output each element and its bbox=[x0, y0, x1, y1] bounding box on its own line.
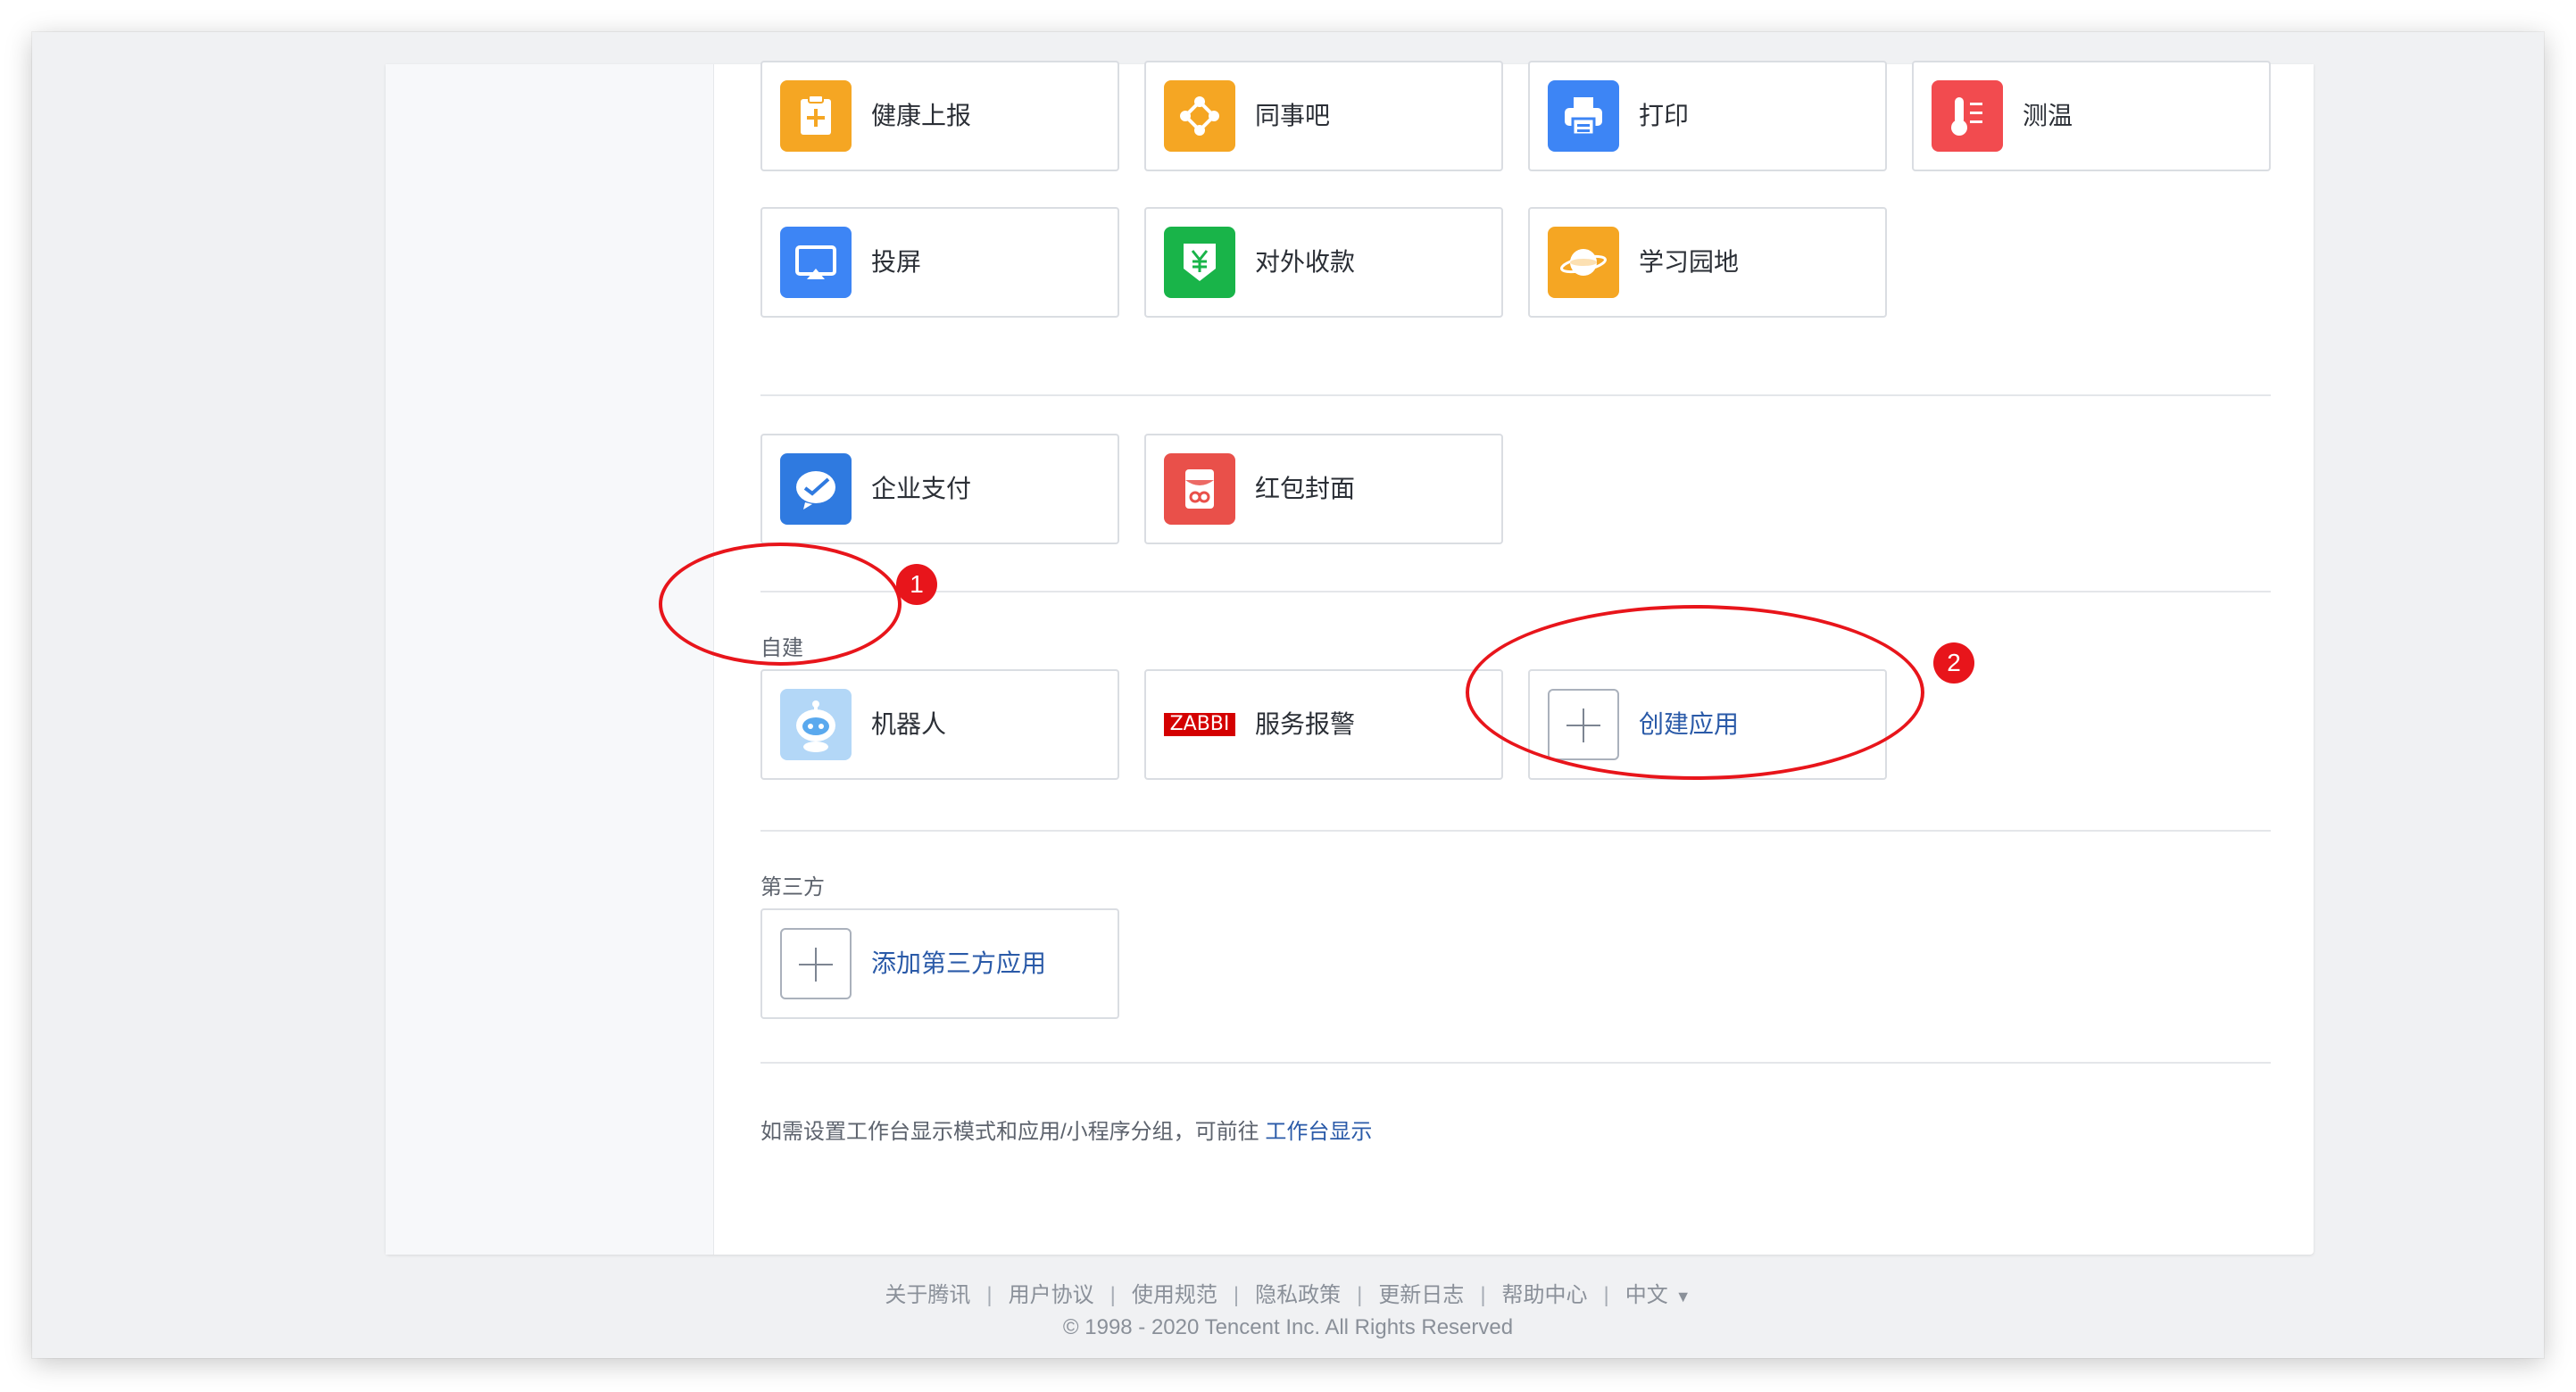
app-label: 红包封面 bbox=[1255, 475, 1356, 502]
app-label: 打印 bbox=[1639, 102, 1690, 129]
language-label: 中文 bbox=[1625, 1283, 1668, 1307]
section-divider bbox=[760, 830, 2271, 832]
app-tile-red-packet[interactable]: 红包封面 bbox=[1144, 434, 1503, 544]
app-label: 服务报警 bbox=[1255, 710, 1356, 738]
browser-window: 健康上报 同事吧 打印 测温 投屏 对外收款 学习园地 企业支付 红包封面 自建… bbox=[32, 32, 2544, 1358]
app-label: 投屏 bbox=[871, 248, 922, 276]
health-report-icon bbox=[780, 80, 852, 152]
robot-icon bbox=[780, 689, 852, 760]
app-tile-enterprise-pay[interactable]: 企业支付 bbox=[760, 434, 1119, 544]
screen-cast-icon bbox=[780, 227, 852, 298]
footer-link-usage-rules[interactable]: 使用规范 bbox=[1132, 1283, 1217, 1307]
app-tile-temperature[interactable]: 测温 bbox=[1912, 61, 2271, 171]
footer-link-changelog[interactable]: 更新日志 bbox=[1378, 1283, 1464, 1307]
footer-separator: | bbox=[986, 1283, 993, 1307]
workbench-display-link[interactable]: 工作台显示 bbox=[1265, 1120, 1372, 1144]
caret-down-icon: ▼ bbox=[1674, 1288, 1691, 1305]
plus-icon bbox=[780, 928, 852, 999]
app-tile-colleague[interactable]: 同事吧 bbox=[1144, 61, 1503, 171]
section-divider bbox=[760, 591, 2271, 592]
footer-separator: | bbox=[1603, 1283, 1609, 1307]
annotation-badge-2: 2 bbox=[1933, 642, 1974, 684]
note-text: 如需设置工作台显示模式和应用/小程序分组，可前往 bbox=[760, 1120, 1259, 1144]
section-divider bbox=[760, 394, 2271, 396]
app-label: 学习园地 bbox=[1639, 248, 1740, 276]
section-label-third-party: 第三方 bbox=[760, 875, 825, 899]
footer-link-privacy[interactable]: 隐私政策 bbox=[1255, 1283, 1341, 1307]
colleague-forum-icon bbox=[1164, 80, 1235, 152]
payment-collect-icon bbox=[1164, 227, 1235, 298]
app-tile-print[interactable]: 打印 bbox=[1528, 61, 1887, 171]
app-label: 健康上报 bbox=[871, 102, 972, 129]
zabbix-logo-icon: ZABBI bbox=[1164, 689, 1235, 760]
add-third-party-label: 添加第三方应用 bbox=[871, 949, 1047, 977]
footer-links: 关于腾讯 | 用户协议 | 使用规范 | 隐私政策 | 更新日志 | 帮助中心 | 中文 ▼ bbox=[32, 1277, 2544, 1308]
app-label: 测温 bbox=[2023, 102, 2073, 129]
plus-icon bbox=[1548, 689, 1619, 760]
copyright: © 1998 - 2020 Tencent Inc. All Rights Re… bbox=[1062, 1315, 1514, 1339]
language-selector[interactable]: 中文 ▼ bbox=[1625, 1283, 1691, 1307]
section-divider bbox=[760, 1062, 2271, 1064]
app-tile-service-alert[interactable]: ZABBI 服务报警 bbox=[1144, 669, 1503, 780]
footer-separator: | bbox=[1233, 1283, 1240, 1307]
printer-icon bbox=[1548, 80, 1619, 152]
workbench-display-note: 如需设置工作台显示模式和应用/小程序分组，可前往 工作台显示 bbox=[760, 1114, 1372, 1145]
workbench-card: 健康上报 同事吧 打印 测温 投屏 对外收款 学习园地 企业支付 红包封面 自建… bbox=[386, 61, 2314, 1255]
section-label-custom: 自建 bbox=[760, 636, 803, 660]
app-tile-payment-collect[interactable]: 对外收款 bbox=[1144, 207, 1503, 318]
app-label: 同事吧 bbox=[1255, 102, 1331, 129]
app-label: 机器人 bbox=[871, 710, 947, 738]
app-label: 对外收款 bbox=[1255, 248, 1356, 276]
app-tile-health-report[interactable]: 健康上报 bbox=[760, 61, 1119, 171]
zabbix-logo-text: ZABBI bbox=[1164, 713, 1235, 736]
app-label: 企业支付 bbox=[871, 475, 972, 502]
footer-link-help[interactable]: 帮助中心 bbox=[1502, 1283, 1588, 1307]
annotation-badge-1: 1 bbox=[896, 564, 937, 605]
add-third-party-app-button[interactable]: 添加第三方应用 bbox=[760, 908, 1119, 1019]
create-app-button[interactable]: 创建应用 bbox=[1528, 669, 1887, 780]
app-tile-robot[interactable]: 机器人 bbox=[760, 669, 1119, 780]
enterprise-pay-icon bbox=[780, 453, 852, 525]
app-tile-learning[interactable]: 学习园地 bbox=[1528, 207, 1887, 318]
create-app-label: 创建应用 bbox=[1639, 710, 1740, 738]
left-sidebar bbox=[386, 64, 714, 1255]
red-packet-icon bbox=[1164, 453, 1235, 525]
footer-separator: | bbox=[1357, 1283, 1363, 1307]
footer-link-agreement[interactable]: 用户协议 bbox=[1009, 1283, 1094, 1307]
footer-separator: | bbox=[1480, 1283, 1486, 1307]
learning-planet-icon bbox=[1548, 227, 1619, 298]
app-tile-screen-cast[interactable]: 投屏 bbox=[760, 207, 1119, 318]
thermometer-icon bbox=[1932, 80, 2003, 152]
footer-link-about[interactable]: 关于腾讯 bbox=[885, 1283, 970, 1307]
footer-separator: | bbox=[1109, 1283, 1116, 1307]
